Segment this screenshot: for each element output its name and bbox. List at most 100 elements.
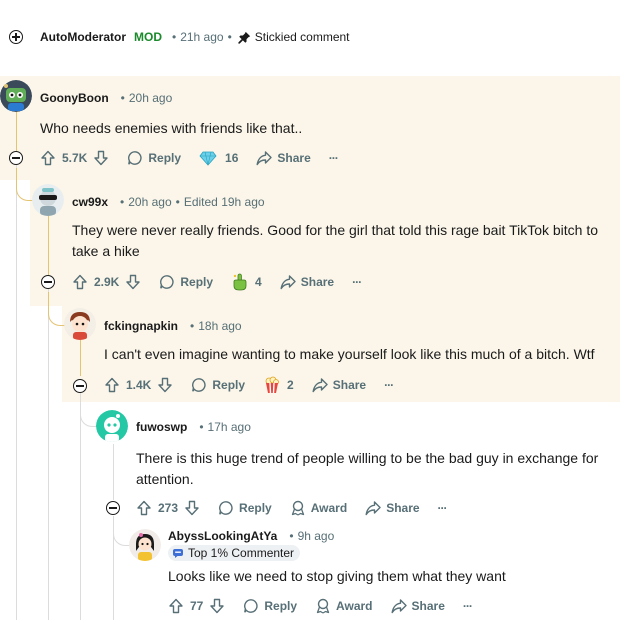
separator-dot: •	[175, 195, 180, 209]
reply-label: Reply	[264, 599, 298, 613]
thread-line[interactable]	[16, 164, 17, 620]
thread-line[interactable]	[113, 444, 114, 500]
username-link[interactable]: AbyssLookingAtYa	[168, 529, 277, 543]
upvote-icon[interactable]	[136, 500, 152, 516]
avatar[interactable]	[129, 529, 161, 561]
reply-button[interactable]: Reply	[159, 274, 213, 290]
downvote-icon[interactable]	[93, 150, 109, 166]
timestamp[interactable]: 18h ago	[198, 319, 241, 333]
vote-group: 1.4K	[104, 377, 173, 393]
share-icon	[280, 274, 296, 290]
comment-actions: 77 Reply Award Share ···	[168, 596, 490, 616]
share-button[interactable]: Share	[280, 274, 334, 290]
reply-button[interactable]: Reply	[243, 598, 297, 614]
comment-meta: fckingnapkin • 18h ago	[104, 318, 242, 334]
share-icon	[256, 150, 273, 166]
share-button[interactable]: Share	[256, 150, 311, 166]
upvote-icon[interactable]	[168, 598, 184, 614]
reply-button[interactable]: Reply	[218, 500, 272, 516]
more-options-button[interactable]: ···	[438, 501, 448, 515]
expand-comment-button[interactable]	[9, 30, 23, 44]
username-link[interactable]: cw99x	[72, 195, 108, 209]
separator-dot: •	[172, 30, 177, 44]
speech-bubble-icon	[159, 274, 175, 290]
avatar[interactable]	[96, 410, 128, 442]
avatar[interactable]	[0, 80, 32, 112]
more-options-button[interactable]: ···	[463, 599, 473, 613]
downvote-icon[interactable]	[125, 274, 141, 290]
vote-count: 273	[158, 501, 179, 515]
timestamp[interactable]: 17h ago	[208, 420, 251, 434]
more-icon: ···	[384, 378, 394, 392]
collapse-thread-button[interactable]	[9, 151, 23, 165]
separator-dot: •	[120, 195, 125, 209]
award-button[interactable]: Award	[290, 500, 347, 516]
award-button[interactable]: 16	[199, 150, 238, 166]
more-options-button[interactable]: ···	[352, 275, 362, 289]
reply-button[interactable]: Reply	[127, 150, 181, 166]
comment-body: Looks like we need to stop giving them w…	[168, 568, 506, 584]
username-link[interactable]: fuwoswp	[136, 420, 187, 434]
share-icon	[391, 598, 407, 614]
award-count: 16	[225, 151, 239, 165]
downvote-icon[interactable]	[209, 598, 225, 614]
share-button[interactable]: Share	[312, 377, 366, 393]
vote-group: 77	[168, 598, 225, 614]
avatar[interactable]	[32, 184, 64, 216]
share-label: Share	[332, 378, 367, 392]
vote-group: 273	[136, 500, 200, 516]
collapse-thread-button[interactable]	[41, 275, 55, 289]
pin-icon	[238, 31, 251, 44]
thread-line[interactable]	[48, 212, 49, 276]
vote-count: 77	[190, 599, 204, 613]
share-button[interactable]: Share	[365, 500, 420, 516]
thread-line[interactable]	[80, 392, 81, 620]
top-commenter-badge[interactable]: Top 1% Commenter	[168, 545, 301, 561]
vote-count: 2.9K	[94, 275, 120, 289]
badge-icon	[172, 547, 184, 559]
collapse-thread-button[interactable]	[106, 501, 120, 515]
award-label: Award	[310, 501, 348, 515]
thread-line[interactable]	[80, 340, 81, 376]
comment-actions: 2.9K Reply 4 Share ···	[72, 272, 379, 292]
upvote-icon[interactable]	[72, 274, 88, 290]
award-count: 2	[287, 378, 294, 392]
award-button[interactable]: 2	[263, 376, 294, 394]
comment-actions: 5.7K Reply 16 Share ···	[40, 148, 356, 168]
username-link[interactable]: fckingnapkin	[104, 319, 178, 333]
avatar[interactable]	[64, 308, 96, 340]
award-button[interactable]: Award	[315, 598, 373, 614]
comment-actions: 1.4K Reply 2 Share ···	[104, 375, 411, 395]
more-options-button[interactable]: ···	[329, 151, 339, 165]
upvote-icon[interactable]	[104, 377, 120, 393]
mod-badge: MOD	[134, 30, 162, 44]
reply-button[interactable]: Reply	[191, 377, 245, 393]
downvote-icon[interactable]	[184, 500, 200, 516]
speech-bubble-icon	[243, 598, 259, 614]
separator-dot: •	[190, 319, 195, 333]
award-count: 4	[255, 275, 262, 289]
timestamp[interactable]: 21h ago	[180, 30, 223, 44]
upvote-icon[interactable]	[40, 150, 56, 166]
timestamp[interactable]: 20h ago	[128, 195, 171, 209]
timestamp[interactable]: 9h ago	[298, 529, 335, 543]
thread-line[interactable]	[48, 288, 49, 620]
username-link[interactable]: GoonyBoon	[40, 91, 109, 105]
timestamp[interactable]: 20h ago	[129, 91, 172, 105]
username-link[interactable]: AutoModerator	[40, 30, 126, 44]
vote-count: 5.7K	[62, 151, 88, 165]
comment-body: I can't even imagine wanting to make you…	[104, 346, 595, 362]
reply-label: Reply	[148, 151, 182, 165]
collapse-thread-button[interactable]	[73, 379, 87, 393]
reply-label: Reply	[212, 378, 246, 392]
award-button[interactable]: 4	[231, 273, 262, 291]
more-options-button[interactable]: ···	[384, 378, 394, 392]
speech-bubble-icon	[127, 150, 143, 166]
more-icon: ···	[352, 275, 362, 289]
speech-bubble-icon	[218, 500, 234, 516]
thread-line[interactable]	[16, 112, 17, 156]
comment-meta: cw99x • 20h ago • Edited 19h ago	[72, 194, 265, 210]
reply-label: Reply	[239, 501, 272, 515]
share-button[interactable]: Share	[391, 598, 445, 614]
downvote-icon[interactable]	[157, 377, 173, 393]
